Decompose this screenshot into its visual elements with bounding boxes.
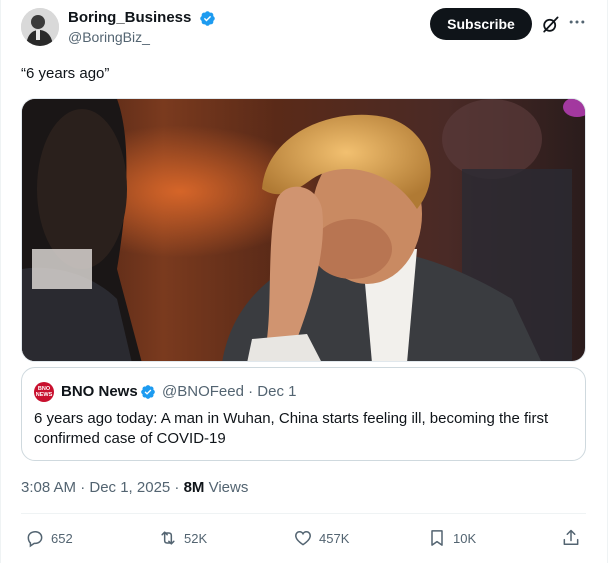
views-label: Views <box>204 479 249 496</box>
timestamp-date[interactable]: 3:08 AM · Dec 1, 2025 · <box>21 479 184 496</box>
avatar[interactable] <box>21 8 59 46</box>
quoted-tweet[interactable]: BNO NEWS BNO News @BNOFeed · Dec 1 6 yea… <box>21 367 586 461</box>
views-count: 8M <box>183 479 205 496</box>
share-button[interactable] <box>561 524 587 552</box>
bookmark-count: 10K <box>453 530 477 546</box>
heart-icon <box>295 530 311 546</box>
tweet-media-image[interactable] <box>21 98 586 362</box>
tweet-text: “6 years ago” <box>21 65 110 82</box>
tweet-timestamp: 3:08 AM · Dec 1, 2025 · 8M Views <box>21 478 248 498</box>
author-handle[interactable]: @BoringBiz_ <box>68 27 216 47</box>
verified-badge-icon <box>141 385 155 399</box>
share-icon <box>563 529 579 545</box>
action-bar: 652 52K 457K 10K <box>21 524 586 552</box>
retweet-icon <box>161 531 175 545</box>
repost-count: 52K <box>184 530 208 546</box>
reply-count: 652 <box>51 530 73 546</box>
quoted-author-handle[interactable]: @BNOFeed <box>162 383 244 400</box>
quoted-tweet-text: 6 years ago today: A man in Wuhan, China… <box>34 410 549 447</box>
tweet-header: Boring_Business @BoringBiz_ Subscribe <box>21 8 591 48</box>
quoted-tweet-meta: @BNOFeed · Dec 1 <box>162 383 296 401</box>
like-button[interactable]: 457K <box>293 524 349 552</box>
bookmark-icon <box>431 530 443 546</box>
quoted-tweet-date[interactable]: Dec 1 <box>257 383 296 400</box>
more-horizontal-icon[interactable] <box>567 12 587 32</box>
repost-button[interactable]: 52K <box>158 524 207 552</box>
grok-icon[interactable] <box>541 15 560 34</box>
reply-button[interactable]: 652 <box>25 524 73 552</box>
divider <box>21 513 586 514</box>
like-count: 457K <box>319 530 350 546</box>
bookmark-button[interactable]: 10K <box>427 524 476 552</box>
author-display-name[interactable]: Boring_Business <box>68 9 191 27</box>
meta-separator: · <box>248 383 254 400</box>
reply-icon <box>27 530 43 548</box>
author-block: Boring_Business @BoringBiz_ <box>68 9 216 47</box>
bno-news-logo: BNO NEWS <box>34 382 54 402</box>
quoted-author-name[interactable]: BNO News <box>61 383 138 401</box>
subscribe-button[interactable]: Subscribe <box>430 8 532 40</box>
tweet-card: Boring_Business @BoringBiz_ Subscribe “6… <box>0 0 608 563</box>
verified-badge-icon <box>200 10 215 26</box>
